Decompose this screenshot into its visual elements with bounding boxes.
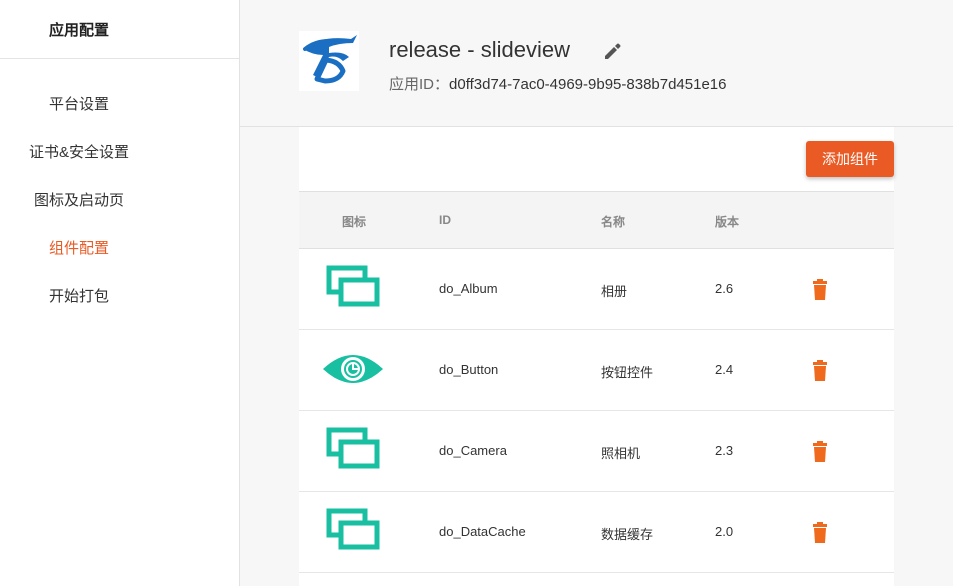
app-id-row: 应用ID：d0ff3d74-7ac0-4969-9b95-838b7d451e1… [389,73,727,94]
column-header-id: ID [439,213,451,227]
app-header: release - slideview 应用ID：d0ff3d74-7ac0-4… [240,0,953,127]
component-panel: 添加组件 图标 ID 名称 版本 do_Album 相册 2.6 do_Butt… [299,127,894,586]
sidebar-title: 应用配置 [49,22,110,39]
trash-icon[interactable] [810,522,830,544]
windows-icon [321,507,385,555]
component-version: 2.4 [715,362,734,377]
deviceone-logo-icon [303,35,357,84]
sidebar-item-platform-settings[interactable]: 平台设置 [49,93,109,114]
app-logo [299,31,359,91]
main-area: release - slideview 应用ID：d0ff3d74-7ac0-4… [240,0,953,586]
app-window: 应用配置 平台设置 证书&安全设置 图标及启动页 组件配置 开始打包 relea… [0,0,953,586]
component-version: 2.0 [715,524,734,539]
component-name: 照相机 [601,446,641,461]
trash-icon[interactable] [810,279,830,301]
windows-icon [321,426,385,474]
component-id: do_Album [439,281,498,296]
component-name: 按钮控件 [601,365,654,380]
trash-icon[interactable] [810,441,830,463]
sidebar-item-icon-splash[interactable]: 图标及启动页 [34,189,124,210]
table-row[interactable]: do_DataCache 数据缓存 2.0 [299,492,894,573]
sidebar-item-component-config[interactable]: 组件配置 [49,237,109,258]
sidebar-item-start-build[interactable]: 开始打包 [49,285,109,306]
component-id: do_Button [439,362,499,377]
table-row[interactable]: do_Button 按钮控件 2.4 [299,330,894,411]
app-id-label: 应用ID： [389,76,450,93]
table-header: 图标 ID 名称 版本 [299,191,894,249]
component-id: do_Camera [439,443,507,458]
app-name: release - slideview [389,37,570,62]
sidebar-divider [0,58,239,59]
column-header-name: 名称 [601,215,626,229]
eye-icon [321,345,385,393]
column-header-icon: 图标 [342,215,367,229]
component-version: 2.6 [715,281,734,296]
trash-icon[interactable] [810,360,830,382]
sidebar-item-certificate-security[interactable]: 证书&安全设置 [29,141,129,162]
table-row[interactable]: do_Camera 照相机 2.3 [299,411,894,492]
add-component-button[interactable]: 添加组件 [806,141,894,177]
app-id-value: d0ff3d74-7ac0-4969-9b95-838b7d451e16 [449,76,727,93]
sidebar: 应用配置 平台设置 证书&安全设置 图标及启动页 组件配置 开始打包 [0,0,240,586]
pencil-icon[interactable] [602,40,624,62]
component-name: 相册 [601,284,628,299]
column-header-version: 版本 [715,215,740,229]
component-id: do_DataCache [439,524,526,539]
windows-icon [321,264,385,312]
table-row[interactable]: do_Album 相册 2.6 [299,249,894,330]
component-version: 2.3 [715,443,734,458]
component-name: 数据缓存 [601,527,654,542]
